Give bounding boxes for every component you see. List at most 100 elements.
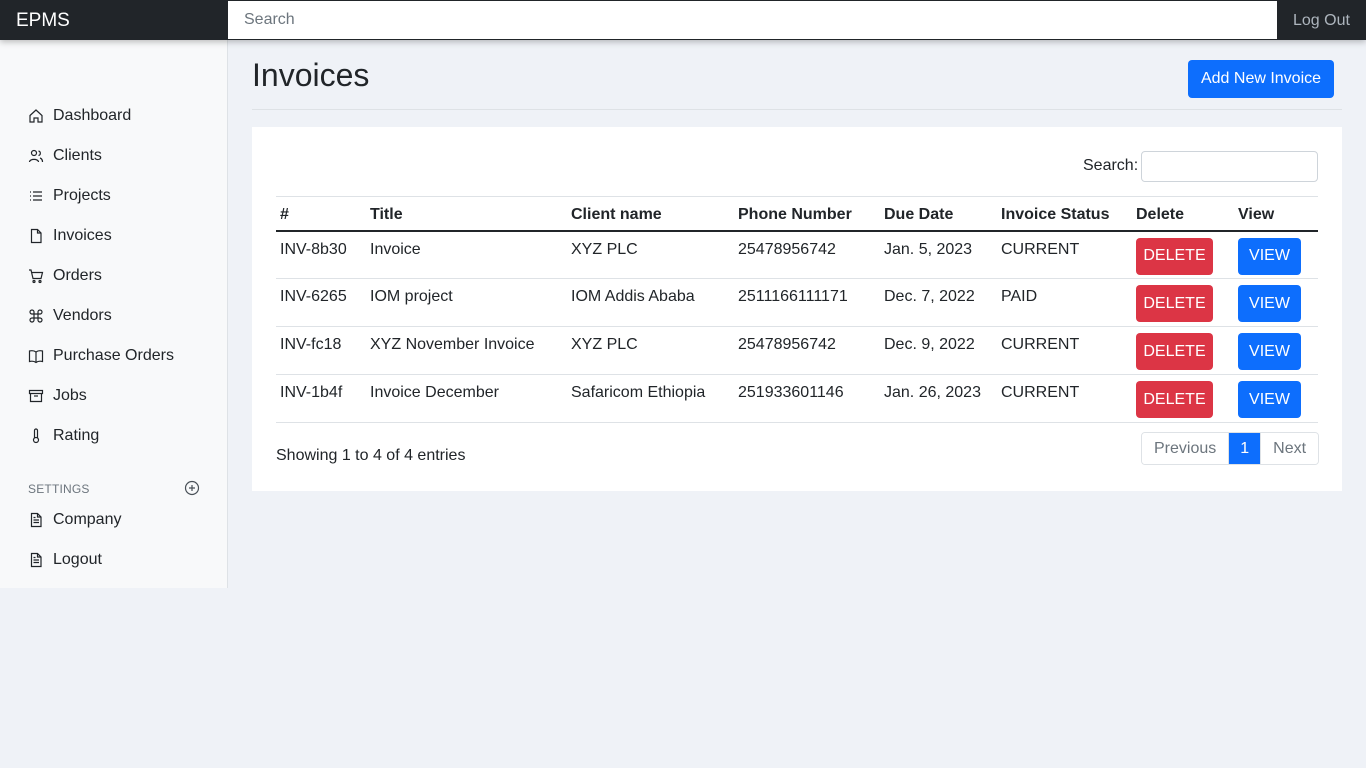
view-cell: VIEW [1234,231,1318,279]
delete-cell: DELETE [1132,375,1234,423]
column-header-due-date[interactable]: Due Date [880,197,997,231]
plus-circle-icon[interactable] [184,480,200,496]
view-button[interactable]: VIEW [1238,333,1301,370]
sidebar-item-logout[interactable]: Logout [28,548,102,572]
title-divider [252,109,1342,110]
sidebar-item-orders[interactable]: Orders [28,264,102,288]
invoice-title: IOM project [370,288,453,305]
phone-number: 25478956742 [738,336,836,353]
sidebar-item-label: Company [53,511,122,528]
file-text-icon [30,512,42,528]
file-icon [30,228,42,244]
invoice-status: CURRENT [1001,384,1080,401]
table-row: INV-6265 IOM project IOM Addis Ababa 251… [276,279,1318,327]
sidebar-item-label: Invoices [53,227,112,244]
phone-number: 251933601146 [738,384,844,401]
sidebar-item-jobs[interactable]: Jobs [28,384,87,408]
table-search-input[interactable] [1141,151,1318,182]
book-icon [28,350,44,364]
delete-button[interactable]: DELETE [1136,381,1213,418]
view-button[interactable]: VIEW [1238,381,1301,418]
due-date: Jan. 5, 2023 [884,240,973,258]
column-header-title[interactable]: Title [366,197,567,231]
brand-logo[interactable]: EPMS [16,0,70,40]
client-name: XYZ PLC [571,336,638,353]
invoice-status: CURRENT [1001,240,1080,258]
sidebar-item-vendors[interactable]: Vendors [28,304,112,328]
settings-heading: SETTINGS [28,482,90,496]
sidebar-item-label: Orders [53,267,102,284]
command-icon [29,309,43,323]
table-row: INV-1b4f Invoice December Safaricom Ethi… [276,375,1318,423]
logout-link[interactable]: Log Out [1293,0,1350,40]
page-title: Invoices [252,57,370,93]
delete-cell: DELETE [1132,279,1234,327]
invoice-title: XYZ November Invoice [370,336,535,353]
client-name: Safaricom Ethiopia [571,384,706,401]
view-button[interactable]: VIEW [1238,237,1301,275]
table-header-row: # Title Client name Phone Number Due Dat… [276,196,1318,231]
view-cell: VIEW [1234,279,1318,327]
archive-icon [28,389,44,403]
column-header-phone-number[interactable]: Phone Number [734,197,880,231]
delete-cell: DELETE [1132,327,1234,375]
sidebar-item-projects[interactable]: Projects [28,184,111,208]
client-name: XYZ PLC [571,240,638,258]
sidebar-item-rating[interactable]: Rating [28,424,99,448]
invoice-id: INV-8b30 [280,240,347,258]
sidebar-item-label: Rating [53,427,100,444]
top-search-input[interactable] [228,1,1277,39]
users-icon [28,149,44,163]
sidebar-item-label: Jobs [53,387,87,404]
sidebar-item-label: Projects [53,187,111,204]
thermometer-icon [32,428,40,444]
view-cell: VIEW [1234,327,1318,375]
due-date: Dec. 7, 2022 [884,288,975,305]
delete-button[interactable]: DELETE [1136,285,1213,322]
pagination-next[interactable]: Next [1260,433,1319,464]
pagination-previous[interactable]: Previous [1142,433,1230,464]
sidebar: Dashboard Clients Projects Invoices Orde… [0,40,228,588]
delete-cell: DELETE [1132,231,1234,279]
file-text-icon [30,552,42,568]
column-header-view[interactable]: View [1234,197,1318,231]
sidebar-item-label: Dashboard [53,107,132,124]
add-new-invoice-button[interactable]: Add New Invoice [1188,60,1334,98]
cart-icon [29,269,44,284]
house-icon [29,109,43,123]
phone-number: 25478956742 [738,240,836,258]
column-header-delete[interactable]: Delete [1132,197,1234,231]
invoices-card: Search: # Title Client name Phone Number… [252,127,1342,491]
table-row: INV-8b30 Invoice XYZ PLC 25478956742 Jan… [276,231,1318,279]
column-header-number[interactable]: # [276,197,366,231]
invoice-status: CURRENT [1001,336,1080,353]
table-search-label: Search: [1083,157,1139,174]
sidebar-item-purchase-orders[interactable]: Purchase Orders [28,344,174,368]
pagination: Previous 1 Next [1141,432,1320,465]
list-icon [30,191,42,201]
invoice-id: INV-fc18 [280,336,342,353]
column-header-invoice-status[interactable]: Invoice Status [997,197,1132,231]
invoices-table: # Title Client name Phone Number Due Dat… [276,196,1318,423]
view-button[interactable]: VIEW [1238,285,1301,322]
due-date: Jan. 26, 2023 [884,384,981,401]
sidebar-item-label: Purchase Orders [53,347,174,364]
delete-button[interactable]: DELETE [1136,333,1213,370]
delete-button[interactable]: DELETE [1136,237,1213,275]
sidebar-item-company[interactable]: Company [28,508,121,532]
sidebar-item-label: Clients [53,147,102,164]
invoice-title: Invoice [370,240,421,258]
phone-number: 2511166111171 [738,288,848,305]
sidebar-item-clients[interactable]: Clients [28,144,102,168]
invoice-status: PAID [1001,288,1038,305]
due-date: Dec. 9, 2022 [884,336,975,353]
view-cell: VIEW [1234,375,1318,423]
sidebar-item-label: Vendors [53,307,112,324]
pagination-page-1[interactable]: 1 [1229,433,1261,464]
invoice-id: INV-1b4f [280,384,343,401]
invoice-id: INV-6265 [280,288,347,305]
sidebar-item-dashboard[interactable]: Dashboard [28,104,131,128]
sidebar-item-invoices[interactable]: Invoices [28,224,112,248]
client-name: IOM Addis Ababa [571,288,695,305]
column-header-client-name[interactable]: Client name [567,197,734,231]
